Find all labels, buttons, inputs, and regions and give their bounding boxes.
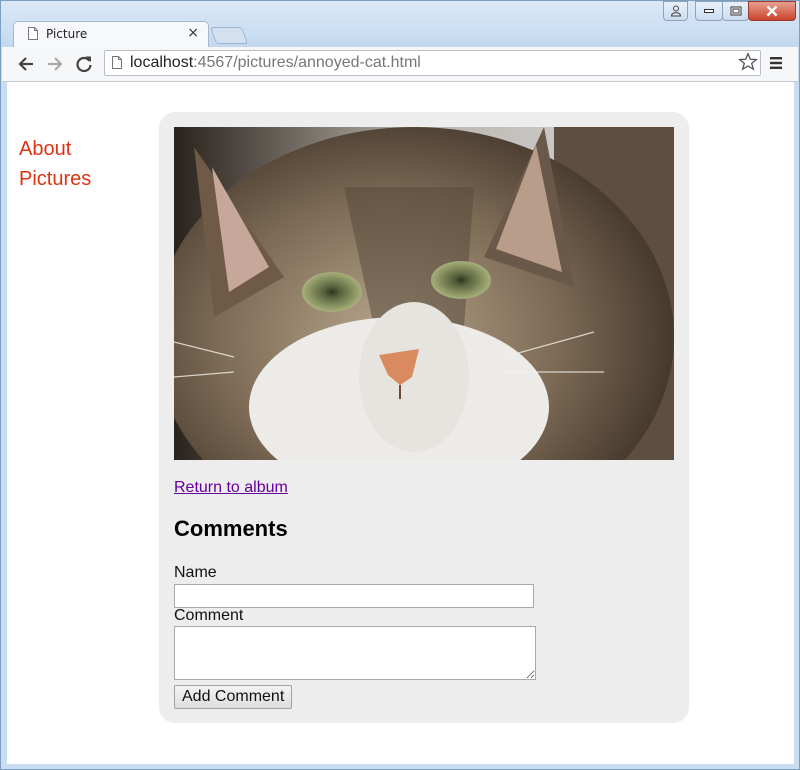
nav-link-about[interactable]: About [19, 134, 91, 164]
cat-photo [174, 127, 674, 460]
url-text: localhost:4567/pictures/annoyed-cat.html [130, 54, 421, 72]
address-bar[interactable]: localhost:4567/pictures/annoyed-cat.html [104, 50, 761, 76]
bookmark-star-icon[interactable] [738, 52, 758, 72]
close-window-button[interactable] [748, 1, 796, 21]
add-comment-button[interactable]: Add Comment [174, 685, 293, 709]
title-bar: Picture × [1, 1, 799, 47]
menu-icon[interactable] [768, 55, 784, 71]
close-icon [766, 5, 778, 17]
comments-heading: Comments [174, 516, 288, 541]
user-icon [670, 5, 681, 17]
return-to-album-link[interactable]: Return to album [174, 479, 288, 497]
minimize-icon [704, 9, 714, 13]
name-field[interactable] [174, 584, 534, 608]
reload-icon[interactable] [74, 54, 94, 74]
restore-icon [730, 6, 741, 16]
new-tab-button[interactable] [209, 27, 249, 44]
url-host: localhost [130, 54, 194, 71]
minimize-button[interactable] [695, 1, 723, 21]
page-icon [112, 56, 122, 69]
page-viewport: About Pictures Return to album Comments … [7, 82, 794, 764]
maximize-button[interactable] [722, 1, 749, 21]
browser-toolbar: localhost:4567/pictures/annoyed-cat.html [2, 47, 798, 82]
browser-tab[interactable]: Picture × [13, 21, 209, 47]
comment-textarea[interactable] [174, 626, 536, 680]
site-nav: About Pictures [19, 134, 91, 194]
forward-arrow-icon[interactable] [45, 54, 65, 74]
name-label: Name [174, 564, 217, 581]
comment-label: Comment [174, 607, 244, 624]
tab-title: Picture [46, 27, 88, 41]
page-icon [28, 27, 38, 40]
picture-panel: Return to album Comments Name Comment Ad… [159, 112, 689, 723]
browser-window: Picture × localhost:4567/pictures/annoye… [0, 0, 800, 770]
back-arrow-icon[interactable] [16, 54, 36, 74]
tab-close-icon[interactable]: × [187, 25, 199, 41]
url-path: :4567/pictures/annoyed-cat.html [193, 54, 421, 71]
user-profile-button[interactable] [663, 1, 688, 21]
nav-link-pictures[interactable]: Pictures [19, 164, 91, 194]
